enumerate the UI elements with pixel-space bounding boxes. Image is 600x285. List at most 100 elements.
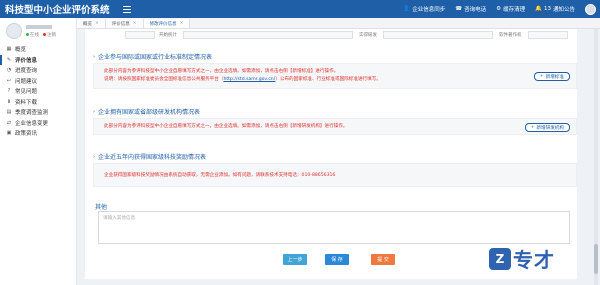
- tab-label: 修改评价信息: [149, 21, 177, 27]
- sidebar-item-evaluation[interactable]: ✎ 评价信息: [0, 54, 76, 65]
- sync-label: 企业信息同步: [412, 7, 446, 13]
- add-rnd-label: 新增研发机构: [536, 125, 564, 131]
- caret-right-icon: ›: [93, 53, 95, 60]
- question-icon: ?: [7, 88, 11, 95]
- sidebar-item-label: 概览: [15, 47, 27, 54]
- user-avatar: [6, 23, 22, 39]
- tab-evaluation[interactable]: 评价信息 ×: [105, 19, 144, 28]
- rnd-title-text: 企业拥有国家或省部级研发机构情况表: [98, 109, 201, 116]
- prev-step-button[interactable]: 上一步: [283, 254, 307, 265]
- caret-right-icon: ›: [93, 153, 95, 160]
- reply-icon: ↩: [6, 77, 12, 84]
- close-icon[interactable]: ×: [95, 21, 99, 26]
- phone-icon: ☎: [455, 6, 463, 12]
- sidebar-item-info-change[interactable]: ⇄ 企业信息变更: [0, 118, 76, 129]
- download-icon: ⬇: [6, 98, 12, 105]
- avatar[interactable]: [585, 3, 596, 15]
- standards-title-text: 企业参与国际或国家或行业标准制定情况表: [98, 54, 213, 61]
- hotline-label: 咨询电话: [464, 7, 487, 13]
- close-icon[interactable]: ×: [133, 21, 137, 26]
- tab-overview[interactable]: 概览 ×: [77, 19, 106, 28]
- app-title: 科技型中小企业评价系统: [5, 5, 110, 16]
- top-bar: 科技型中小企业评价系统 👤 企业信息同步 ☎ 咨询电话 ⚙ 缓存清理 🔔 13 …: [0, 0, 600, 18]
- sync-action[interactable]: 👤 企业信息同步: [403, 5, 445, 13]
- tab-bar: 概览 × 评价信息 × 修改评价信息 ×: [77, 18, 600, 29]
- field-input[interactable]: [183, 30, 353, 39]
- tab-edit-evaluation[interactable]: 修改评价信息 ×: [143, 19, 191, 28]
- awards-line1: 企业获得国家级科技奖励情况由系统自动获取，无需企业添加。如有问题，请联系技术支持…: [104, 173, 336, 178]
- add-rnd-button[interactable]: + 新增研发机构: [524, 123, 570, 132]
- watermark-mark: Z: [489, 247, 511, 270]
- add-standard-label: 新增标准: [545, 74, 564, 80]
- sidebar-item-label: 评价信息: [15, 57, 38, 64]
- sidebar-item-downloads[interactable]: ⬇ 资料下载: [0, 97, 76, 108]
- sidebar-item-label: 企业信息变更: [15, 120, 49, 127]
- sidebar-item-overview[interactable]: ▦ 概览: [0, 44, 76, 55]
- plus-icon: +: [530, 125, 535, 130]
- logout-label: 注销: [47, 32, 56, 38]
- sidebar-item-label: 问题建议: [15, 78, 38, 85]
- sidebar-item-label: 进度查询: [15, 68, 38, 75]
- cache-label: 缓存清理: [503, 7, 526, 13]
- gear-icon: ⚙: [496, 6, 502, 12]
- field-label: 开始统计: [159, 32, 177, 38]
- bell-icon: 🔔: [535, 6, 542, 12]
- cache-action[interactable]: ⚙ 缓存清理: [496, 5, 525, 13]
- top-field-row: 开始统计 实得研发 软件著作权: [85, 29, 577, 40]
- sidebar-item-label: 资料下载: [15, 99, 38, 106]
- other-textarea[interactable]: 请输入其他信息: [98, 211, 570, 244]
- sidebar: 在线 注销 ▦ 概览 ✎ 评价信息 ◔ 进度查询 ↩ 问题建议 ? 常见问题 ⬇ 资料下载 …: [0, 18, 77, 285]
- rnd-line1: 此部分内容为参评科技型中小企业自愿填写方式之一，由企业选填。如需添加，请点击右侧…: [104, 124, 348, 129]
- user-name-placeholder: [26, 24, 52, 29]
- field-label: 软件著作权: [499, 32, 522, 38]
- sidebar-item-label: 常见问题: [15, 89, 38, 96]
- sidebar-item-faq[interactable]: ? 常见问题: [0, 86, 76, 97]
- notice-action[interactable]: 🔔 13 通知公告: [535, 5, 575, 13]
- user-icon: 👤: [403, 6, 411, 12]
- watermark-logo: Z 专才: [489, 244, 555, 273]
- watermark-text: 专才: [513, 248, 555, 272]
- news-icon: ▣: [6, 130, 12, 137]
- pencil-icon: ✎: [6, 56, 12, 63]
- form-card: 开始统计 实得研发 软件著作权 › 企业参与国际或国家或行业标准制定情况表 此部…: [85, 29, 577, 279]
- standards-line1: 此部分内容为参评科技型中小企业自愿填写方式之一，由企业选填。如需添加，请点击右侧…: [104, 69, 339, 74]
- awards-title: › 企业近五年内获得国家级科技奖励情况表: [93, 152, 207, 162]
- standards-line2-suffix: ）公布的国家标准、行业标准或国际标准进行填写。: [275, 77, 381, 82]
- other-label: 其他: [95, 204, 108, 211]
- field-input[interactable]: [383, 30, 493, 39]
- standards-link[interactable]: http://std.samr.gov.cn/: [223, 77, 275, 82]
- sidebar-item-progress[interactable]: ◔ 进度查询: [0, 65, 76, 76]
- scrollbar[interactable]: [594, 29, 598, 285]
- sidebar-item-label: 政策资讯: [15, 131, 38, 138]
- online-status: 在线: [26, 32, 39, 38]
- hotline-action[interactable]: ☎ 咨询电话: [455, 5, 486, 13]
- add-standard-button[interactable]: + 新增标准: [533, 72, 570, 81]
- top-actions: 👤 企业信息同步 ☎ 咨询电话 ⚙ 缓存清理 🔔 13 通知公告: [403, 0, 596, 18]
- user-box: 在线 注销: [0, 18, 76, 44]
- tab-label: 概览: [83, 21, 92, 27]
- standards-line2: 说明：请按照国家标准委员会全国标准信息公共服务平台（http://std.sam…: [94, 76, 576, 84]
- field-box[interactable]: [125, 30, 155, 39]
- sidebar-item-quarterly[interactable]: ▤ 季度调查监测: [0, 107, 76, 118]
- field-label: 实得研发: [359, 32, 377, 38]
- standards-line2-prefix: 说明：请按照国家标准委员会全国标准信息公共服务平台（: [104, 77, 224, 82]
- caret-right-icon: ›: [93, 108, 95, 115]
- progress-icon: ◔: [6, 67, 12, 74]
- online-label: 在线: [30, 32, 39, 38]
- awards-notice: 企业获得国家级科技奖励情况由系统自动获取，无需企业添加。如有问题，请联系技术支持…: [93, 163, 577, 187]
- change-icon: ⇄: [6, 119, 12, 126]
- close-icon[interactable]: ×: [180, 21, 184, 26]
- sidebar-item-news[interactable]: ▣ 政策资讯: [0, 128, 76, 139]
- sidebar-item-feedback[interactable]: ↩ 问题建议: [0, 76, 76, 87]
- menu-toggle-icon[interactable]: [120, 2, 134, 16]
- standards-notice: 此部分内容为参评科技型中小企业自愿填写方式之一，由企业选填。如需添加，请点击右侧…: [93, 63, 577, 89]
- standards-title: › 企业参与国际或国家或行业标准制定情况表: [93, 52, 213, 62]
- tab-label: 评价信息: [111, 21, 130, 27]
- awards-title-text: 企业近五年内获得国家级科技奖励情况表: [98, 154, 207, 161]
- field-input[interactable]: [527, 30, 568, 39]
- quarter-icon: ▤: [6, 109, 12, 116]
- scrollbar-thumb[interactable]: [594, 244, 598, 274]
- save-button[interactable]: 保 存: [325, 254, 349, 265]
- submit-button[interactable]: 提 交: [371, 254, 395, 265]
- logout-link[interactable]: 注销: [43, 32, 56, 38]
